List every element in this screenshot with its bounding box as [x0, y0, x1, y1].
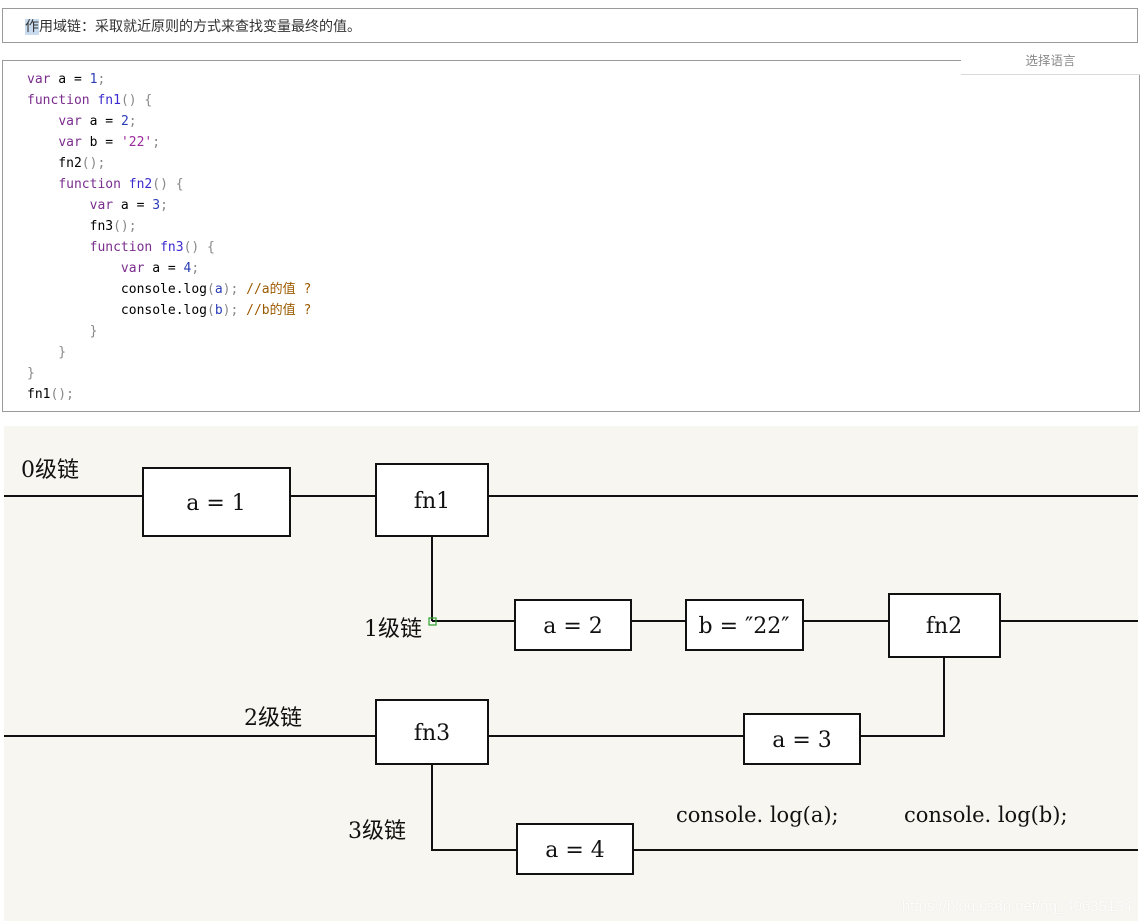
- code-token: ;: [128, 114, 137, 129]
- code-line: console.log(b); //b的值 ?: [27, 300, 311, 321]
- code-token: var: [58, 114, 82, 129]
- code-line: fn2();: [27, 153, 311, 174]
- box-fn3-label: fn3: [414, 721, 450, 746]
- chain-label-2: 2级链: [244, 706, 302, 731]
- code-token: fn3: [160, 240, 184, 255]
- code-token: var: [27, 72, 51, 87]
- code-token: a =: [113, 198, 153, 213]
- intro-box: 作用域链：采取就近原则的方式来查找变量最终的值。: [2, 8, 1138, 43]
- code-token: //b的值 ?: [246, 303, 312, 318]
- box-fn1-label: fn1: [414, 489, 450, 514]
- code-line: var a = 2;: [27, 111, 311, 132]
- code-line: var a = 1;: [27, 69, 311, 90]
- code-line: fn1();: [27, 384, 311, 405]
- chain-label-0: 0级链: [21, 458, 79, 483]
- box-a4-label: a = 4: [545, 838, 605, 863]
- code-line: }: [27, 363, 311, 384]
- code-line: }: [27, 321, 311, 342]
- code-token: );: [222, 282, 247, 297]
- code-source: var a = 1; function fn1() { var a = 2; va…: [27, 69, 311, 405]
- code-token: fn1: [27, 387, 51, 402]
- code-line: function fn1() {: [27, 90, 311, 111]
- code-token: ;: [152, 135, 161, 150]
- code-token: function: [58, 177, 121, 192]
- code-token: function: [89, 240, 153, 255]
- code-token: a: [214, 282, 223, 297]
- code-token: }: [27, 345, 67, 360]
- code-token: fn3: [27, 219, 114, 234]
- code-line: fn3();: [27, 216, 311, 237]
- code-token: ;: [160, 198, 168, 213]
- intro-text: 作用域链：采取就近原则的方式来查找变量最终的值。: [25, 16, 361, 36]
- code-token: function: [27, 93, 90, 108]
- code-line: }: [27, 342, 311, 363]
- code-token: (: [207, 282, 215, 297]
- code-token: ();: [113, 219, 137, 234]
- code-token: a =: [144, 261, 184, 276]
- code-token: );: [222, 303, 247, 318]
- code-token: a =: [50, 72, 90, 87]
- code-line: var a = 4;: [27, 258, 311, 279]
- box-a1-label: a = 1: [186, 491, 246, 516]
- code-token: 2: [120, 114, 129, 129]
- box-a2-label: a = 2: [543, 614, 603, 639]
- code-token: (: [207, 303, 215, 318]
- intro-highlight: 作: [25, 19, 39, 35]
- code-token: b: [214, 303, 223, 318]
- console-log-b: console. log(b);: [904, 803, 1068, 827]
- code-block: var a = 1; function fn1() { var a = 2; va…: [2, 60, 1140, 412]
- code-token: var: [120, 261, 145, 276]
- code-line: function fn2() {: [27, 174, 311, 195]
- code-token: a =: [81, 114, 121, 129]
- code-token: }: [27, 366, 35, 381]
- code-token: console.log: [27, 282, 208, 297]
- code-token: var: [58, 135, 82, 150]
- language-select-button[interactable]: 选择语言: [961, 50, 1140, 75]
- code-token: ;: [97, 72, 106, 87]
- code-token: fn1: [97, 93, 121, 108]
- code-token: b =: [81, 135, 121, 150]
- box-b22-label: b = ″22″: [699, 614, 790, 639]
- code-token: ();: [50, 387, 74, 402]
- code-token: 3: [152, 198, 161, 213]
- code-line: console.log(a); //a的值 ?: [27, 279, 311, 300]
- code-token: () {: [183, 240, 215, 255]
- intro-rest: 用域链：采取就近原则的方式来查找变量最终的值。: [39, 19, 361, 35]
- scope-chain-diagram: a = 1 fn1 a = 2 b = ″22″ fn2 fn3 a = 3 a…: [4, 426, 1138, 921]
- chain-label-1: 1级链: [364, 617, 422, 642]
- code-token: //a的值 ?: [246, 282, 312, 297]
- code-token: () {: [152, 177, 184, 192]
- code-token: ();: [81, 156, 106, 171]
- code-token: var: [89, 198, 114, 213]
- code-token: fn2: [128, 177, 153, 192]
- code-token: () {: [120, 93, 153, 108]
- box-a3-label: a = 3: [772, 728, 832, 753]
- code-token: ;: [191, 261, 200, 276]
- code-line: var b = '22';: [27, 132, 311, 153]
- code-token: }: [27, 324, 98, 339]
- code-line: function fn3() {: [27, 237, 311, 258]
- chain-label-3: 3级链: [348, 819, 406, 844]
- code-token: console.log: [27, 303, 208, 318]
- console-log-a: console. log(a);: [676, 803, 839, 827]
- code-token: '22': [120, 135, 153, 150]
- code-token: fn2: [27, 156, 82, 171]
- watermark: https://blog.csdn.net/qq_40635134: [901, 898, 1132, 915]
- code-line: var a = 3;: [27, 195, 311, 216]
- box-fn2-label: fn2: [926, 614, 962, 639]
